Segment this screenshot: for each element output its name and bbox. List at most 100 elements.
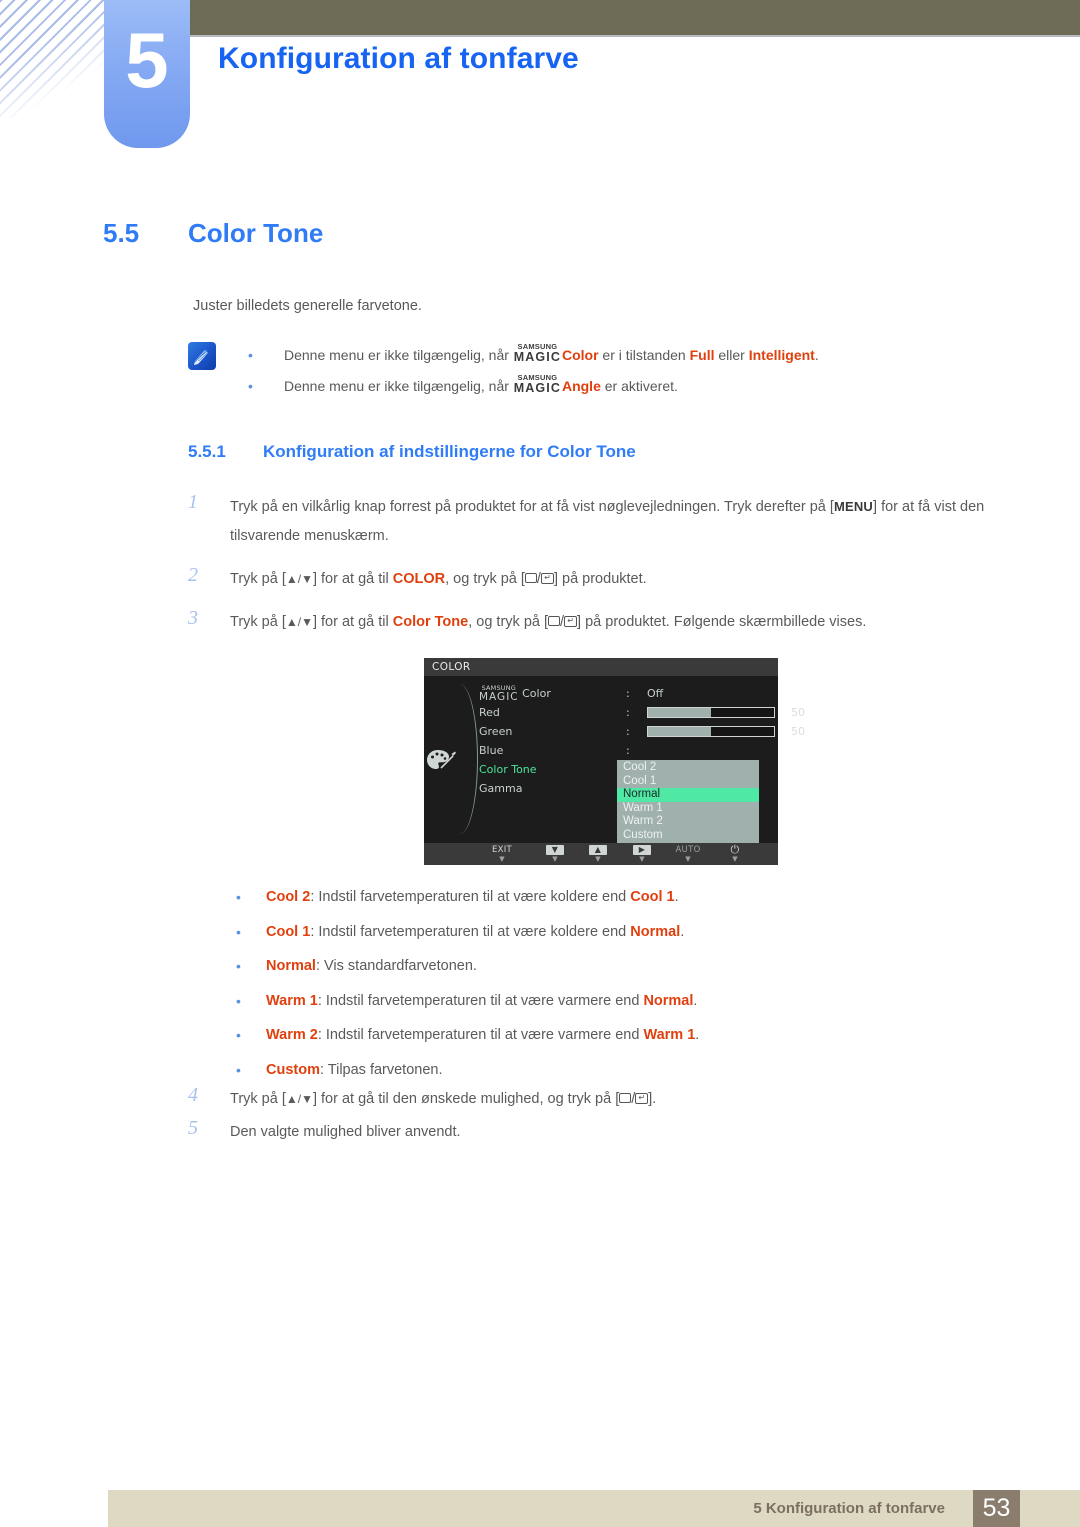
samsung-magic-logo: SAMSUNG MAGIC [513,342,561,364]
osd-title: COLOR [424,658,778,676]
dropdown-option-warm1[interactable]: Warm 1 [617,802,759,816]
caret-down-icon: ▼ [499,855,505,863]
section-number: 5.5 [103,218,140,248]
palette-icon [426,748,456,778]
osd-label-magiccolor: SAMSUNG MAGIC Color [479,684,551,703]
note-hl-intelligent: Intelligent [748,347,815,363]
osd-slider-green[interactable] [647,726,775,737]
source-button-icon [619,1093,632,1104]
osd-value-red: 50 [791,706,805,719]
osd-button-auto[interactable]: AUTO ▼ [668,844,708,863]
osd-value-green: 50 [791,725,805,738]
right-arrow-icon: ▶ [633,845,651,855]
note-item: Denne menu er ikke tilgængelig, når SAMS… [248,340,1028,371]
dropdown-option-warm2[interactable]: Warm 2 [617,815,759,829]
step-item: 3 Tryk på [▲/▼] for at gå til Color Tone… [188,607,1038,637]
osd-button-down[interactable]: ▼ ▼ [535,844,575,863]
osd-slider-red[interactable] [647,707,775,718]
note-item: Denne menu er ikke tilgængelig, når SAMS… [248,371,1028,402]
osd-button-exit[interactable]: EXIT ▼ [482,844,522,863]
osd-footer-bar: EXIT ▼ ▼ ▼ ▲ ▼ ▶ ▼ AUTO ▼ ⏻ ▼ [424,843,778,865]
osd-row-magiccolor[interactable]: SAMSUNG MAGIC Color : Off [479,684,779,703]
caret-down-icon: ▼ [685,855,691,863]
osd-label-gamma: Gamma [479,782,523,795]
samsung-magic-logo: SAMSUNG MAGIC [513,373,561,395]
option-item: Warm 2: Indstil farvetemperaturen til at… [232,1018,1032,1053]
note-text-mid: er i tilstanden [598,347,690,363]
step-text: Tryk på [▲/▼] for at gå til den ønskede … [230,1091,657,1107]
section-intro: Juster billedets generelle farvetone. [193,298,422,314]
up-down-arrow-icon: ▲/▼ [285,1092,313,1106]
subsection-number: 5.5.1 [188,442,226,461]
note-block: Denne menu er ikke tilgængelig, når SAMS… [188,340,1028,402]
source-button-icon [548,616,561,627]
step-item: 4 Tryk på [▲/▼] for at gå til den ønsked… [188,1084,1038,1114]
section-title: Color Tone [188,218,324,248]
up-down-arrow-icon: ▲/▼ [285,572,313,586]
osd-colon: : [626,744,630,757]
dropdown-option-cool1[interactable]: Cool 1 [617,775,759,789]
option-item: Warm 1: Indstil farvetemperaturen til at… [232,984,1032,1019]
option-ref: Normal [630,923,681,940]
note-text: Denne menu er ikke tilgængelig, når [284,378,513,394]
osd-colortone-dropdown[interactable]: Cool 2 Cool 1 Normal Warm 1 Warm 2 Custo… [617,760,759,843]
section-heading: 5.5 Color Tone [103,218,323,249]
step-number: 3 [188,607,198,629]
osd-row-red[interactable]: Red : 50 [479,703,805,722]
up-down-arrow-icon: ▲/▼ [285,615,313,629]
header-olive-bar [190,0,1080,35]
option-name: Warm 1 [266,992,318,1009]
note-feature: Color [561,347,599,363]
dropdown-option-custom[interactable]: Custom [617,829,759,843]
caret-down-icon: ▼ [639,855,645,863]
footer-text: 5 Konfiguration af tonfarve [753,1500,945,1517]
option-name: Custom [266,1061,320,1078]
osd-label-blue: Blue [479,744,504,757]
note-feature: Angle [561,378,601,394]
note-text: Denne menu er ikke tilgængelig, når [284,347,513,363]
enter-button-icon: ↵ [540,572,554,584]
chapter-number-badge: 5 [104,0,190,148]
step-item: 2 Tryk på [▲/▼] for at gå til COLOR, og … [188,564,1038,594]
down-arrow-icon: ▼ [546,845,564,855]
osd-colon: : [626,725,630,738]
color-menu-ref: COLOR [392,571,446,587]
option-item: Cool 2: Indstil farvetemperaturen til at… [232,880,1032,915]
osd-label-colortone: Color Tone [479,763,537,776]
header-underline [190,35,1080,37]
step-item: 1 Tryk på en vilkårlig knap forrest på p… [188,491,1038,551]
osd-button-up[interactable]: ▲ ▼ [578,844,618,863]
osd-button-right[interactable]: ▶ ▼ [622,844,662,863]
option-name: Cool 2 [266,889,311,905]
step-item: 5 Den valgte mulighed bliver anvendt. [188,1117,1038,1147]
step-number: 2 [188,564,198,586]
chapter-title: Konfiguration af tonfarve [218,42,579,75]
source-button-icon [524,573,537,584]
note-text-mid: er aktiveret. [600,378,678,394]
enter-button-icon: ↵ [635,1092,649,1104]
hatch-decoration [0,0,106,118]
enter-button-icon: ↵ [564,615,578,627]
steps-list-after: 4 Tryk på [▲/▼] for at gå til den ønsked… [188,1084,1038,1151]
osd-button-power[interactable]: ⏻ ▼ [715,844,755,863]
osd-label-red: Red [479,706,500,719]
osd-row-blue[interactable]: Blue : [479,741,779,760]
color-tone-menu-ref: Color Tone [392,614,469,630]
option-item: Normal: Vis standardfarvetonen. [232,949,1032,984]
osd-value-magiccolor: Off [647,687,664,700]
osd-colon: : [626,706,630,719]
step-text: Tryk på [▲/▼] for at gå til Color Tone, … [230,614,867,630]
osd-colon: : [626,687,630,700]
step-text: Tryk på [▲/▼] for at gå til COLOR, og tr… [230,571,647,587]
dropdown-option-normal[interactable]: Normal [617,788,759,802]
option-item: Cool 1: Indstil farvetemperaturen til at… [232,915,1032,950]
dropdown-option-cool2[interactable]: Cool 2 [617,761,759,775]
step-text: Den valgte mulighed bliver anvendt. [230,1124,461,1140]
document-page: 5 Konfiguration af tonfarve 5.5 Color Ton… [0,0,1080,1527]
option-description-list: Cool 2: Indstil farvetemperaturen til at… [232,880,1032,1087]
note-list: Denne menu er ikke tilgængelig, når SAMS… [248,340,1028,402]
note-text-suffix: . [814,347,819,363]
option-name: Cool 1 [266,923,311,940]
steps-list: 1 Tryk på en vilkårlig knap forrest på p… [188,491,1038,651]
osd-row-green[interactable]: Green : 50 [479,722,805,741]
